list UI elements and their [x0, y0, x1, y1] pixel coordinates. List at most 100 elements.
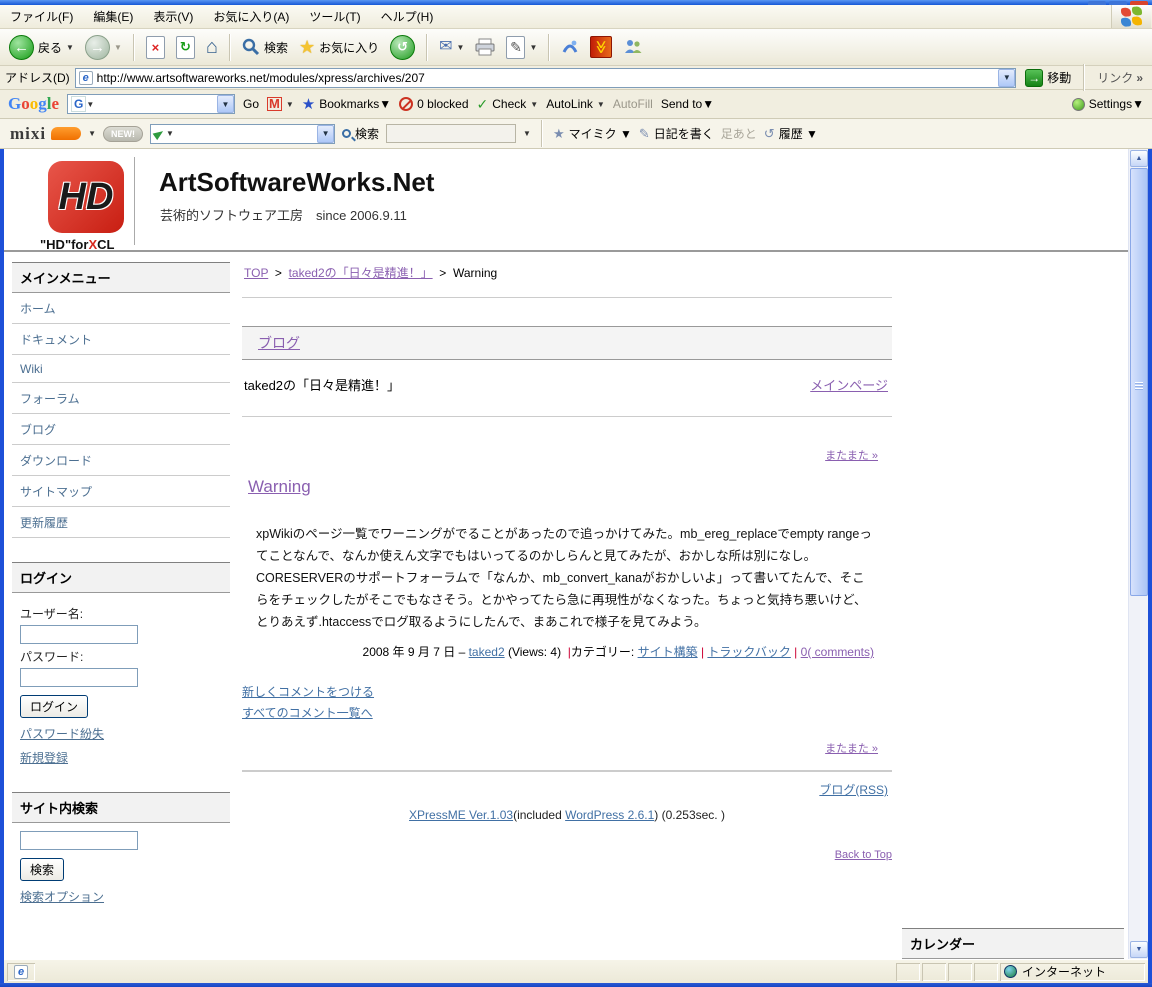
comments-link[interactable]: 0( comments) [801, 645, 874, 659]
menu-item-0[interactable]: ファイル(F) [10, 8, 73, 25]
breadcrumb-separator: > [275, 266, 282, 280]
username-field[interactable] [20, 625, 138, 644]
home-button[interactable]: ⌂ [203, 35, 221, 59]
menu-item-4[interactable]: ツール(T) [309, 8, 360, 25]
breadcrumb-blog-link[interactable]: taked2の「日々是精進！」 [289, 266, 433, 280]
address-dropdown-icon[interactable]: ▼ [998, 69, 1015, 87]
mymixi-button[interactable]: ★ マイミク ▼ [553, 125, 632, 142]
mymixi-label: マイミク ▼ [569, 125, 632, 142]
gmail-button[interactable]: M ▼ [267, 97, 294, 111]
page-icon: e [79, 71, 93, 85]
sidebar-item-6[interactable]: サイトマップ [12, 476, 230, 507]
mail-dropdown-icon[interactable]: ▼ [457, 43, 465, 52]
sidebar-item-0[interactable]: ホーム [12, 293, 230, 324]
google-go-button[interactable]: Go [243, 97, 259, 111]
post-author-link[interactable]: taked2 [469, 645, 505, 659]
links-toolbar[interactable]: リンク » [1093, 69, 1147, 86]
search-button[interactable]: 検索 [239, 36, 291, 58]
gmail-dropdown-icon[interactable]: ▼ [286, 100, 294, 109]
go-button[interactable]: → 移動 [1021, 68, 1075, 88]
autolink-dropdown-icon[interactable]: ▼ [597, 100, 605, 109]
blog-module-link[interactable]: ブログ [258, 335, 300, 351]
divider [242, 770, 892, 772]
messenger-button[interactable] [558, 36, 582, 58]
search-label: 検索 [264, 39, 288, 56]
mixi-logo: mixi [10, 124, 46, 144]
login-button[interactable]: ログイン [20, 695, 88, 718]
vertical-scrollbar[interactable]: ▲ ▼ [1128, 149, 1148, 959]
menu-item-1[interactable]: 編集(E) [93, 8, 133, 25]
edit-dropdown-icon[interactable]: ▼ [529, 43, 537, 52]
scrollbar-thumb[interactable] [1130, 168, 1148, 596]
autolink-button[interactable]: AutoLink ▼ [546, 97, 605, 111]
register-link[interactable]: 新規登録 [20, 749, 222, 766]
mixi-search-input[interactable]: ▼ ▼ [150, 124, 335, 144]
next-post-link[interactable]: またまた » [825, 450, 878, 462]
all-comments-link[interactable]: すべてのコメント一覧へ [242, 706, 373, 720]
scroll-down-button[interactable]: ▼ [1130, 941, 1148, 958]
wordpress-link[interactable]: WordPress 2.6.1 [565, 808, 654, 822]
sidebar-item-1[interactable]: ドキュメント [12, 324, 230, 355]
history-button[interactable]: ↺ [387, 33, 418, 62]
main-page-link[interactable]: メインページ [810, 375, 888, 394]
refresh-button[interactable]: ↻ [173, 34, 198, 61]
menu-item-2[interactable]: 表示(V) [153, 8, 193, 25]
site-logo[interactable]: HD [48, 161, 124, 233]
spellcheck-button[interactable]: ✓ Check ▼ [477, 96, 539, 113]
search-options-link[interactable]: 検索オプション [20, 888, 222, 905]
site-search-input[interactable] [20, 831, 138, 850]
mixi-search-label: 検索 [355, 125, 379, 142]
back-to-top-link[interactable]: Back to Top [835, 849, 892, 861]
new-comment-link[interactable]: 新しくコメントをつける [242, 685, 374, 699]
mixi-dropdown-icon[interactable]: ▼ [88, 129, 96, 138]
blog-rss-link[interactable]: ブログ(RSS) [819, 783, 888, 797]
google-combo-arrow[interactable]: ▼ [217, 95, 234, 113]
stop-button[interactable]: × [143, 34, 168, 61]
address-input[interactable]: e http://www.artsoftwareworks.net/module… [75, 68, 1017, 88]
forward-button[interactable]: → ▼ [82, 33, 125, 62]
mail-button[interactable]: ✉ ▼ [436, 37, 467, 57]
xpressme-link[interactable]: XPressME Ver.1.03 [409, 808, 513, 822]
mixi-pencil-dropdown-icon[interactable]: ▼ [166, 129, 174, 138]
mixi-search-button[interactable]: 検索 [342, 125, 379, 142]
sidebar-item-2[interactable]: Wiki [12, 355, 230, 383]
sidebar-item-4[interactable]: ブログ [12, 414, 230, 445]
toolbar-separator [1083, 64, 1085, 91]
popup-blocker-button[interactable]: 0 blocked [399, 97, 468, 111]
mixi-secondary-dropdown-icon[interactable]: ▼ [523, 129, 531, 138]
bookmarks-button[interactable]: ★ Bookmarks▼ [302, 95, 391, 113]
mixi-combo-arrow[interactable]: ▼ [317, 125, 334, 143]
sidebar-item-3[interactable]: フォーラム [12, 383, 230, 414]
mixi-new-badge[interactable]: NEW! [103, 126, 143, 142]
header-divider [134, 157, 135, 245]
mixi-history-button[interactable]: ↺ 履歴 ▼ [764, 125, 818, 142]
site-search-button[interactable]: 検索 [20, 858, 64, 881]
trackback-link[interactable]: トラックバック [707, 645, 790, 659]
menu-item-5[interactable]: ヘルプ(H) [381, 8, 434, 25]
favorites-button[interactable]: ★ お気に入り [296, 36, 382, 58]
menu-item-3[interactable]: お気に入り(A) [213, 8, 289, 25]
sidebar-item-7[interactable]: 更新履歴 [12, 507, 230, 538]
check-dropdown-icon[interactable]: ▼ [530, 100, 538, 109]
google-search-dropdown-icon[interactable]: ▼ [86, 100, 94, 109]
sendto-button[interactable]: Send to▼ [661, 97, 714, 111]
calendar-block: カレンダー 2008 年 9 月 月火水木金土日1234567891011121… [902, 928, 1124, 959]
google-search-input[interactable]: G ▼ ▼ [67, 94, 235, 114]
msn-messenger-button[interactable] [620, 36, 646, 58]
post-title-link[interactable]: Warning [248, 477, 311, 496]
edit-button[interactable]: ✎ ▼ [503, 34, 540, 61]
back-button[interactable]: ← 戻る ▼ [6, 33, 77, 62]
next-post-link-bottom[interactable]: またまた » [825, 743, 878, 755]
scroll-up-button[interactable]: ▲ [1130, 150, 1148, 167]
blog-module-header: ブログ [242, 326, 892, 360]
lost-password-link[interactable]: パスワード紛失 [20, 725, 222, 742]
back-dropdown-icon[interactable]: ▼ [66, 43, 74, 52]
breadcrumb-top-link[interactable]: TOP [244, 266, 268, 280]
write-diary-button[interactable]: ✎ 日記を書く [639, 125, 714, 142]
flashget-button[interactable]: ≫ [587, 34, 615, 60]
password-field[interactable] [20, 668, 138, 687]
settings-button[interactable]: Settings▼ [1072, 97, 1144, 111]
category-link[interactable]: サイト構築 [638, 645, 698, 659]
sidebar-item-5[interactable]: ダウンロード [12, 445, 230, 476]
print-button[interactable] [472, 36, 498, 58]
